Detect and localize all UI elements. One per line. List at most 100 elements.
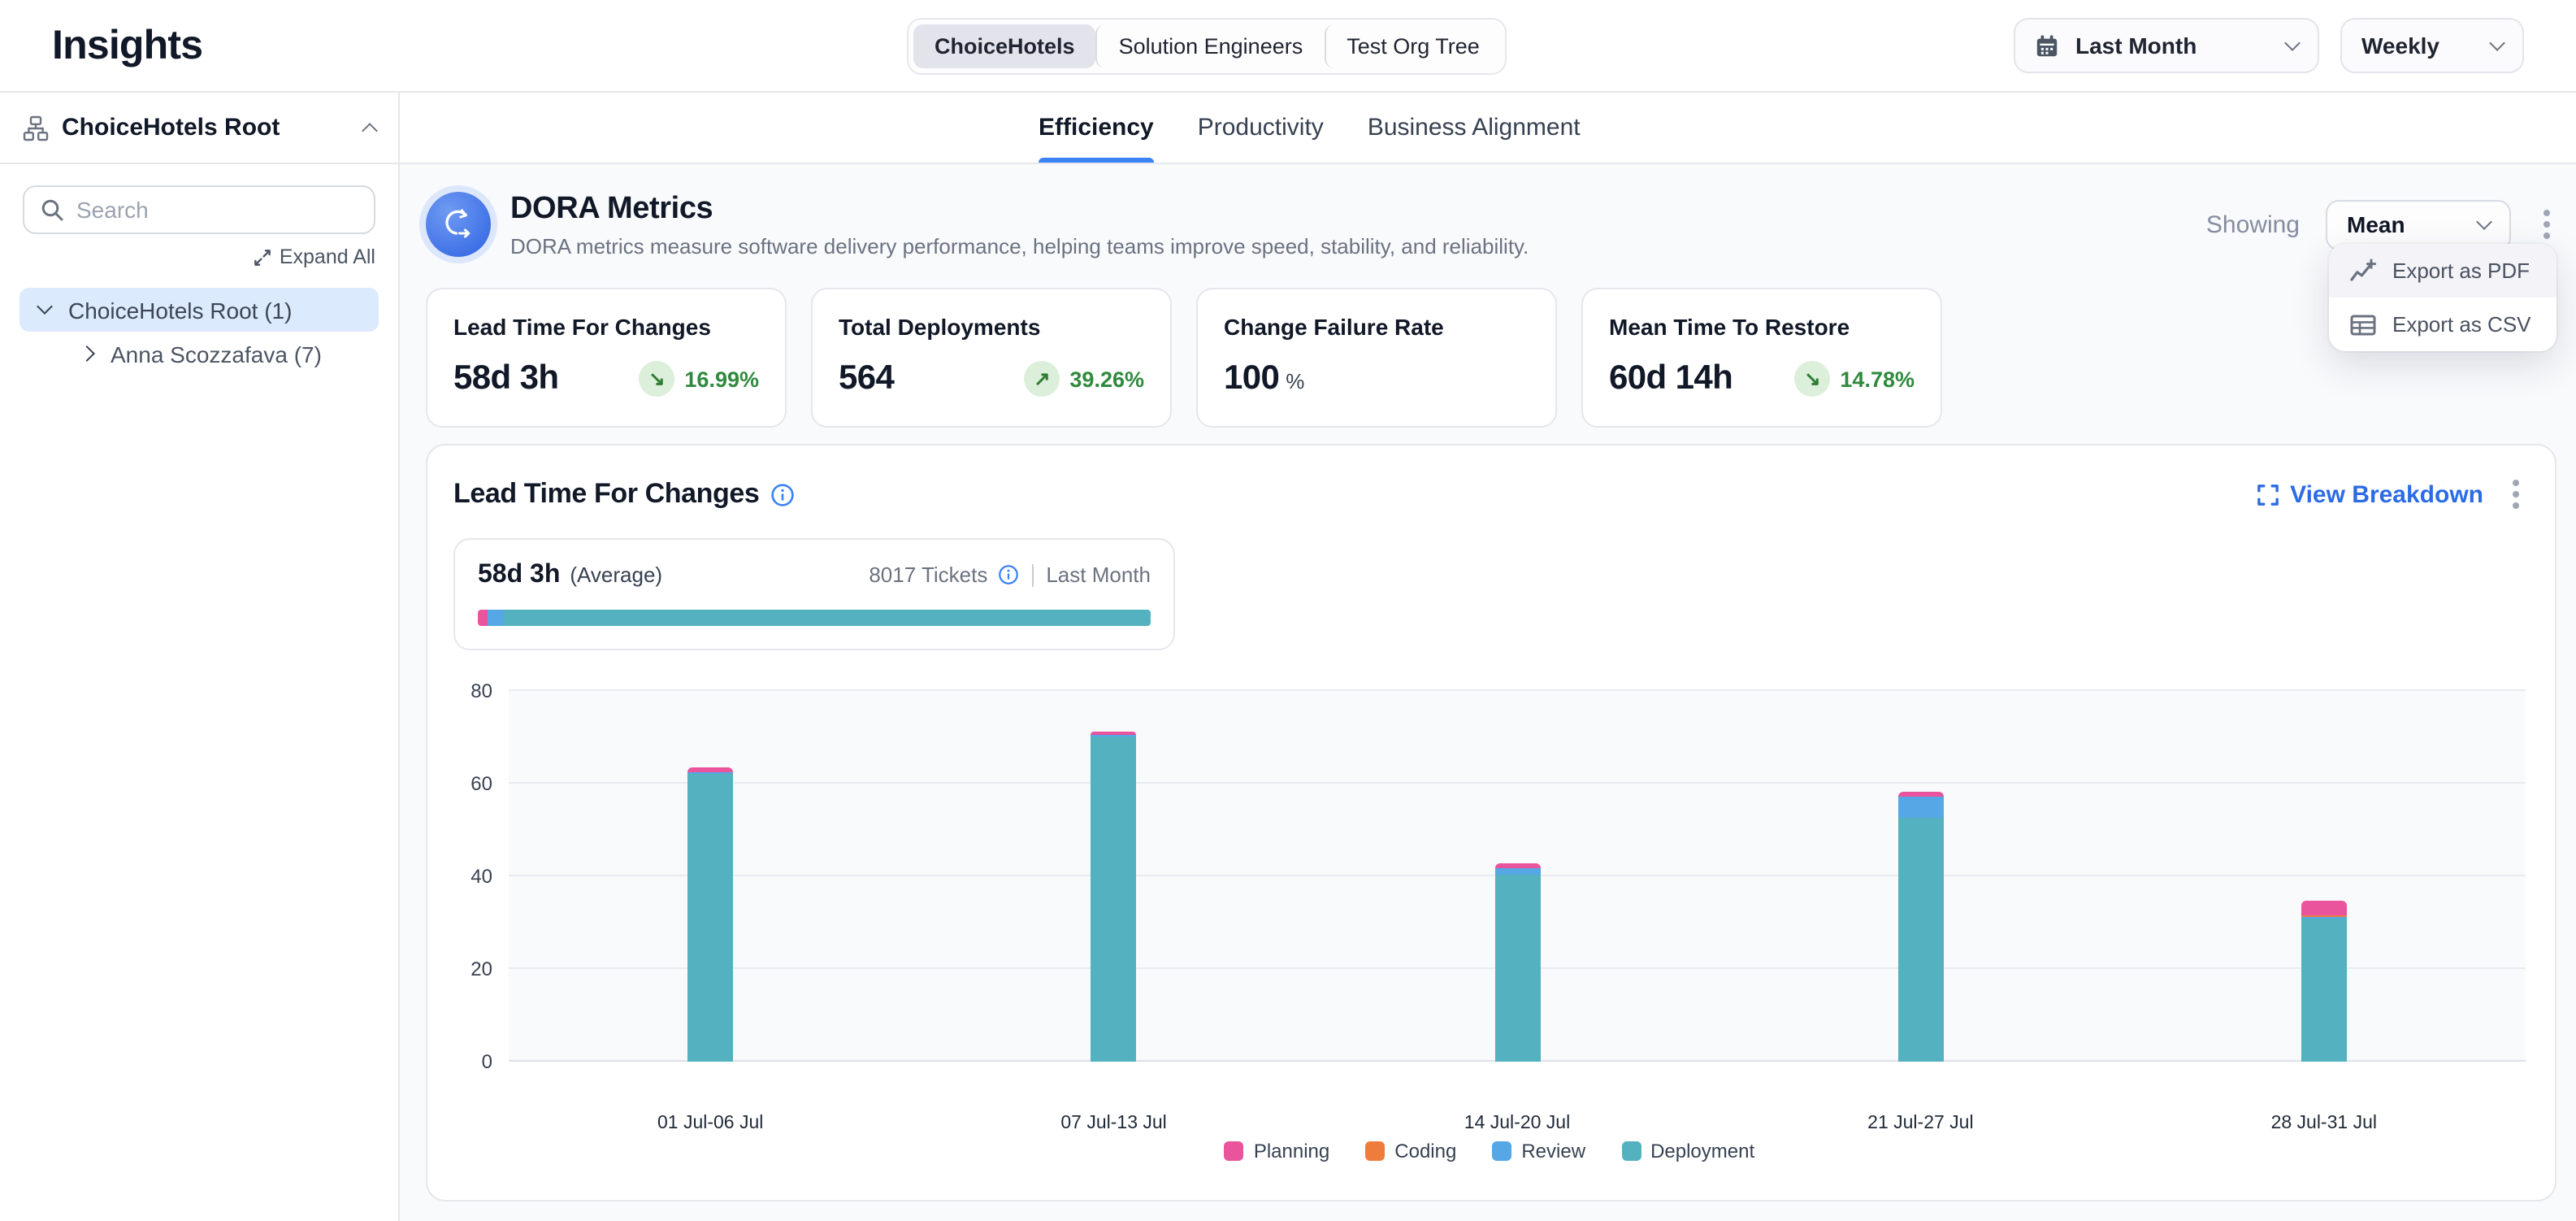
view-breakdown-button[interactable]: View Breakdown (2257, 480, 2483, 508)
export-csv-menu-item[interactable]: Export as CSV (2329, 298, 2556, 351)
trend-down-icon: ↘ (639, 361, 674, 397)
chart-xlabels: 01 Jul-06 Jul07 Jul-13 Jul14 Jul-20 Jul2… (509, 1062, 2526, 1136)
tab-productivity[interactable]: Productivity (1198, 93, 1324, 163)
lead-time-more-options-button[interactable] (2506, 473, 2526, 515)
legend-item-coding[interactable]: Coding (1365, 1140, 1456, 1162)
gridline-80 (509, 689, 2526, 691)
table-icon (2350, 313, 2376, 336)
y-tick-label: 60 (471, 772, 492, 795)
chart-plot[interactable] (509, 691, 2526, 1062)
stacked-bar-4[interactable] (1897, 792, 1943, 1062)
legend-item-planning[interactable]: Planning (1225, 1140, 1329, 1162)
chevron-right-icon[interactable] (78, 345, 94, 362)
legend-swatch (1621, 1141, 1641, 1161)
lead-time-chart: 020406080 (453, 691, 2526, 1062)
divider (1031, 563, 1033, 586)
bar-segment-deployment (687, 775, 733, 1062)
chart-ylabels: 020406080 (453, 691, 509, 1062)
chevron-down-icon[interactable] (36, 298, 52, 315)
sidebar-header[interactable]: ChoiceHotels Root (0, 93, 398, 164)
y-tick-label: 80 (471, 680, 492, 702)
stacked-bar-2[interactable] (1091, 731, 1137, 1062)
legend-label: Review (1521, 1140, 1585, 1162)
y-tick-label: 0 (482, 1050, 492, 1073)
metric-value: 58d 3h (453, 359, 558, 398)
trend-down-icon: ↘ (1794, 361, 1830, 397)
collapse-sidebar-icon[interactable] (362, 123, 378, 139)
bar-segment-planning (687, 767, 733, 773)
metric-value: 100% (1224, 359, 1304, 398)
bar-segment-review (1494, 869, 1540, 876)
bar-segment-deployment (1897, 817, 1943, 1062)
legend-item-deployment[interactable]: Deployment (1621, 1140, 1754, 1162)
phase-segment-planning (478, 610, 488, 626)
org-switcher: ChoiceHotels Solution Engineers Test Org… (907, 18, 1507, 75)
legend-item-review[interactable]: Review (1492, 1140, 1585, 1162)
search-input[interactable] (76, 197, 336, 223)
org-tab-choicehotels[interactable]: ChoiceHotels (913, 24, 1096, 68)
stacked-bar-5[interactable] (2301, 901, 2347, 1062)
org-hierarchy-icon (23, 115, 49, 141)
x-tick-label: 21 Jul-27 Jul (1867, 1114, 1973, 1133)
expand-all-icon (254, 248, 271, 266)
expand-all-button[interactable]: Expand All (0, 246, 375, 268)
dora-metrics-panel: DORA Metrics DORA metrics measure softwa… (400, 164, 2576, 1221)
x-tick-label: 28 Jul-31 Jul (2271, 1114, 2377, 1133)
chevron-down-icon (2476, 213, 2492, 229)
legend-label: Deployment (1650, 1140, 1754, 1162)
lead-time-summary-card: 58d 3h (Average) 8017 Tickets (453, 538, 1175, 650)
stacked-bar-1[interactable] (687, 767, 733, 1062)
bar-segment-deployment (1091, 737, 1137, 1062)
chart-export-icon (2350, 259, 2376, 283)
trend-badge: ↘ 14.78% (1794, 361, 1915, 397)
aggregation-value: Mean (2347, 211, 2405, 237)
aggregation-dropdown[interactable]: Mean (2326, 199, 2511, 250)
export-menu: Export as PDF Export as CSV (2329, 244, 2556, 351)
org-tab-test-org-tree[interactable]: Test Org Tree (1324, 24, 1501, 68)
legend-swatch (1492, 1141, 1511, 1161)
search-icon (41, 198, 63, 221)
tickets-count: 8017 Tickets (869, 563, 987, 587)
bar-segment-deployment (2301, 919, 2347, 1062)
legend-swatch (1225, 1141, 1244, 1161)
card-total-deployments: Total Deployments 564 ↗ 39.26% (811, 288, 1172, 428)
section-tab-bar: Efficiency Productivity Business Alignme… (400, 93, 2576, 164)
average-value: 58d 3h (478, 561, 560, 590)
phase-segment-deployment (504, 610, 1151, 626)
metric-cards-row: Lead Time For Changes 58d 3h ↘ 16.99% To… (426, 288, 2556, 428)
chart-legend: Planning Coding Review Deployment (453, 1140, 2526, 1162)
sidebar-search (23, 185, 375, 234)
phase-segment-review (488, 610, 504, 626)
dora-sprint-icon (426, 192, 491, 257)
card-mean-time-to-restore: Mean Time To Restore 60d 14h ↘ 14.78% (1581, 288, 1942, 428)
stacked-bar-3[interactable] (1494, 863, 1540, 1062)
org-tree: ChoiceHotels Root (1) Anna Scozzafava (7… (0, 288, 398, 376)
export-pdf-menu-item[interactable]: Export as PDF (2329, 244, 2556, 298)
x-tick-label: 14 Jul-20 Jul (1464, 1114, 1570, 1133)
expand-corners-icon (2257, 484, 2279, 505)
metric-value: 60d 14h (1609, 359, 1733, 398)
tab-business-alignment[interactable]: Business Alignment (1368, 93, 1581, 163)
date-range-dropdown[interactable]: Last Month (2014, 18, 2319, 73)
tree-item-choicehotels-root[interactable]: ChoiceHotels Root (1) (20, 288, 379, 332)
legend-label: Planning (1254, 1140, 1329, 1162)
metric-value: 564 (839, 359, 894, 398)
x-tick-label: 01 Jul-06 Jul (657, 1114, 763, 1133)
calendar-icon (2035, 33, 2059, 58)
showing-label: Showing (2206, 211, 2300, 238)
summary-period: Last Month (1046, 563, 1151, 587)
tree-item-anna-scozzafava[interactable]: Anna Scozzafava (7) (62, 332, 379, 376)
legend-swatch (1365, 1141, 1385, 1161)
top-bar-controls: Last Month Weekly (2014, 18, 2524, 73)
info-icon[interactable] (770, 482, 795, 506)
chevron-down-icon (2284, 34, 2301, 50)
legend-label: Coding (1394, 1140, 1456, 1162)
granularity-dropdown[interactable]: Weekly (2340, 18, 2524, 73)
tab-efficiency[interactable]: Efficiency (1039, 93, 1154, 163)
granularity-value: Weekly (2361, 33, 2439, 59)
org-tab-solution-engineers[interactable]: Solution Engineers (1096, 24, 1325, 68)
gridline-60 (509, 782, 2526, 784)
info-icon[interactable] (997, 564, 1018, 585)
dora-more-options-button[interactable] (2537, 203, 2556, 246)
trend-badge: ↗ 39.26% (1024, 361, 1144, 397)
